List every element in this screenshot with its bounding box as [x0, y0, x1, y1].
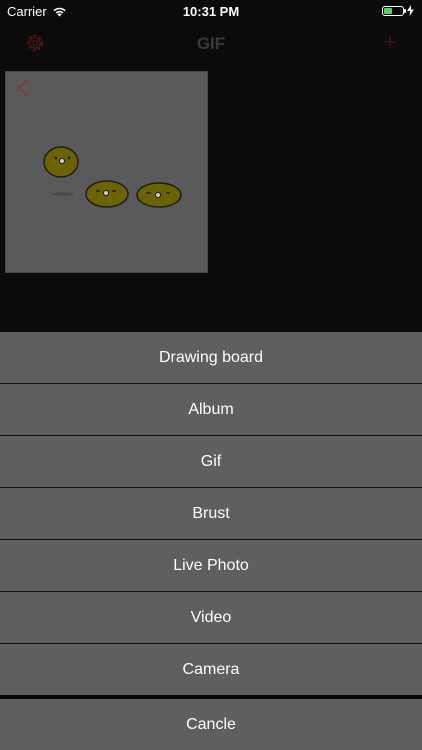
plus-icon — [384, 36, 396, 48]
gif-thumbnail[interactable] — [5, 71, 208, 273]
share-icon — [14, 79, 30, 97]
add-button[interactable] — [380, 32, 400, 52]
option-video[interactable]: Video — [0, 592, 422, 643]
nav-bar: GIF — [0, 22, 422, 66]
action-sheet: Drawing board Album Gif Brust Live Photo… — [0, 332, 422, 750]
option-album[interactable]: Album — [0, 384, 422, 435]
status-right-group — [382, 5, 414, 16]
option-drawing-board[interactable]: Drawing board — [0, 332, 422, 383]
battery-fill — [384, 7, 392, 14]
nav-title: GIF — [196, 34, 226, 53]
share-button[interactable] — [13, 79, 31, 97]
option-brust[interactable]: Brust — [0, 488, 422, 539]
option-gif[interactable]: Gif — [0, 436, 422, 487]
battery-icon — [382, 5, 406, 16]
gif-preview-image — [43, 146, 182, 208]
battery-tip — [404, 8, 406, 13]
option-live-photo[interactable]: Live Photo — [0, 540, 422, 591]
status-time: 10:31 PM — [182, 4, 240, 19]
cancel-button[interactable]: Cancle — [0, 699, 422, 750]
status-bar: Carrier 10:31 PM — [0, 0, 422, 22]
screen: Carrier 10:31 PM GIF Drawing board Album… — [0, 0, 422, 750]
charging-bolt-icon — [407, 5, 414, 16]
option-camera[interactable]: Camera — [0, 644, 422, 695]
